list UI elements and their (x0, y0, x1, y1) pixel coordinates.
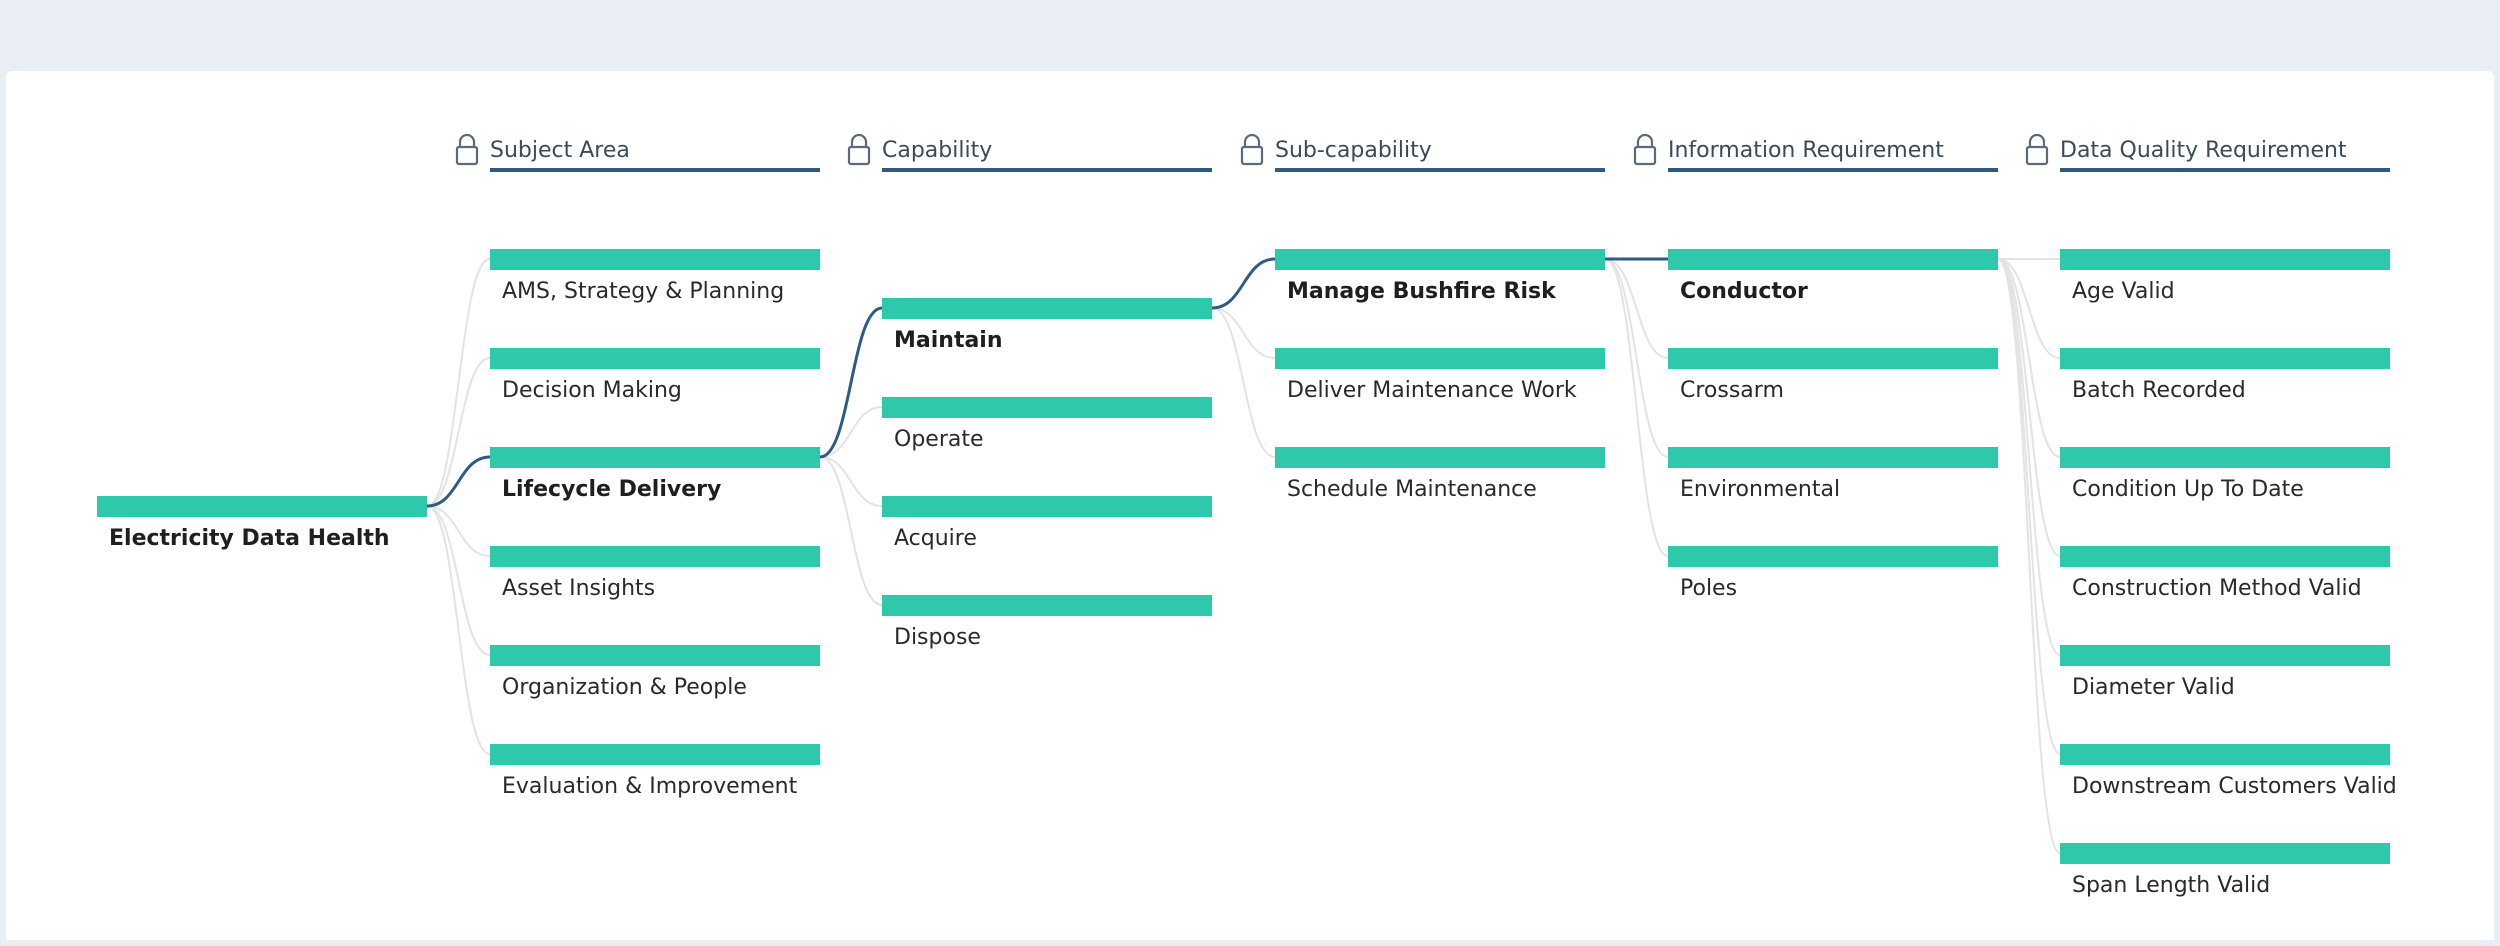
lock-icon[interactable] (1632, 132, 1658, 166)
node-label: Downstream Customers Valid (2072, 774, 2397, 799)
node-bar[interactable] (2060, 447, 2390, 468)
node-bar[interactable] (1668, 249, 1998, 270)
data-quality-requirement-node[interactable]: Condition Up To Date (2060, 447, 2390, 507)
node-label: Construction Method Valid (2072, 576, 2362, 601)
node-label: Conductor (1680, 279, 1808, 304)
node-bar[interactable] (1275, 447, 1605, 468)
node-bar[interactable] (882, 595, 1212, 616)
header-underline (490, 168, 820, 172)
node-label: Electricity Data Health (109, 526, 390, 551)
node-label: Decision Making (502, 378, 682, 403)
node-bar[interactable] (97, 496, 427, 517)
data-quality-requirement-node[interactable]: Batch Recorded (2060, 348, 2390, 408)
node-bar[interactable] (882, 397, 1212, 418)
node-bar[interactable] (1668, 546, 1998, 567)
column-header-label: Sub-capability (1275, 138, 1432, 163)
node-bar[interactable] (882, 298, 1212, 319)
node-label: Asset Insights (502, 576, 656, 601)
root-node[interactable]: Electricity Data Health (97, 496, 427, 556)
data-quality-requirement-node[interactable]: Span Length Valid (2060, 843, 2390, 903)
capability-node[interactable]: Acquire (882, 496, 1212, 556)
header-information-requirement: Information Requirement (1632, 130, 1998, 172)
node-bar[interactable] (2060, 843, 2390, 864)
node-label: Manage Bushfire Risk (1287, 279, 1556, 304)
node-label: Schedule Maintenance (1287, 477, 1537, 502)
node-label: Crossarm (1680, 378, 1784, 403)
node-label: Lifecycle Delivery (502, 477, 722, 502)
header-sub-capability: Sub-capability (1239, 130, 1605, 172)
header-data-quality-requirement: Data Quality Requirement (2024, 130, 2390, 172)
sub-capability-node[interactable]: Deliver Maintenance Work (1275, 348, 1605, 408)
node-bar[interactable] (490, 744, 820, 765)
data-quality-requirement-node[interactable]: Diameter Valid (2060, 645, 2390, 705)
node-label: Environmental (1680, 477, 1841, 502)
information-requirement-node[interactable]: Crossarm (1668, 348, 1998, 408)
node-label: Acquire (894, 526, 977, 551)
capability-node[interactable]: Dispose (882, 595, 1212, 655)
data-quality-requirement-node[interactable]: Construction Method Valid (2060, 546, 2390, 606)
node-bar[interactable] (2060, 744, 2390, 765)
node-label: Span Length Valid (2072, 873, 2271, 898)
node-bar[interactable] (490, 447, 820, 468)
header-underline (2060, 168, 2390, 172)
node-label: Dispose (894, 625, 981, 650)
node-label: Operate (894, 427, 984, 452)
lock-icon[interactable] (846, 132, 872, 166)
column-header-label: Data Quality Requirement (2060, 138, 2347, 163)
subject-area-node[interactable]: AMS, Strategy & Planning (490, 249, 820, 309)
lock-icon[interactable] (1239, 132, 1265, 166)
header-underline (882, 168, 1212, 172)
top-bar (0, 0, 2500, 71)
node-bar[interactable] (1668, 447, 1998, 468)
node-bar[interactable] (2060, 546, 2390, 567)
node-label: Poles (1680, 576, 1738, 601)
node-bar[interactable] (1275, 249, 1605, 270)
data-quality-requirement-node[interactable]: Age Valid (2060, 249, 2390, 309)
node-bar[interactable] (882, 496, 1212, 517)
node-label: Deliver Maintenance Work (1287, 378, 1577, 403)
node-bar[interactable] (490, 546, 820, 567)
node-label: Diameter Valid (2072, 675, 2235, 700)
node-label: Evaluation & Improvement (502, 774, 798, 799)
node-bar[interactable] (490, 645, 820, 666)
node-label: Organization & People (502, 675, 747, 700)
information-requirement-node[interactable]: Poles (1668, 546, 1998, 606)
capability-node[interactable]: Maintain (882, 298, 1212, 358)
subject-area-node[interactable]: Evaluation & Improvement (490, 744, 820, 804)
node-label: Maintain (894, 328, 1003, 353)
header-capability: Capability (846, 130, 1212, 172)
node-bar[interactable] (490, 348, 820, 369)
header-underline (1668, 168, 1998, 172)
node-bar[interactable] (2060, 645, 2390, 666)
column-header-label: Information Requirement (1668, 138, 1944, 163)
lock-icon[interactable] (2024, 132, 2050, 166)
subject-area-node[interactable]: Organization & People (490, 645, 820, 705)
header-subject-area: Subject Area (454, 130, 820, 172)
data-quality-requirement-node[interactable]: Downstream Customers Valid (2060, 744, 2397, 804)
subject-area-node[interactable]: Lifecycle Delivery (490, 447, 820, 507)
header-underline (1275, 168, 1605, 172)
column-header-label: Capability (882, 138, 993, 163)
node-bar[interactable] (1668, 348, 1998, 369)
information-requirement-node[interactable]: Conductor (1668, 249, 1998, 309)
subject-area-node[interactable]: Asset Insights (490, 546, 820, 606)
node-label: Batch Recorded (2072, 378, 2246, 403)
capability-node[interactable]: Operate (882, 397, 1212, 457)
subject-area-node[interactable]: Decision Making (490, 348, 820, 408)
node-bar[interactable] (2060, 348, 2390, 369)
node-label: Condition Up To Date (2072, 477, 2304, 502)
sub-capability-node[interactable]: Manage Bushfire Risk (1275, 249, 1605, 309)
node-bar[interactable] (1275, 348, 1605, 369)
node-bar[interactable] (490, 249, 820, 270)
node-label: AMS, Strategy & Planning (502, 279, 785, 304)
information-requirement-node[interactable]: Environmental (1668, 447, 1998, 507)
column-header-label: Subject Area (490, 138, 630, 163)
sub-capability-node[interactable]: Schedule Maintenance (1275, 447, 1605, 507)
lock-icon[interactable] (454, 132, 480, 166)
node-bar[interactable] (2060, 249, 2390, 270)
node-label: Age Valid (2072, 279, 2175, 304)
